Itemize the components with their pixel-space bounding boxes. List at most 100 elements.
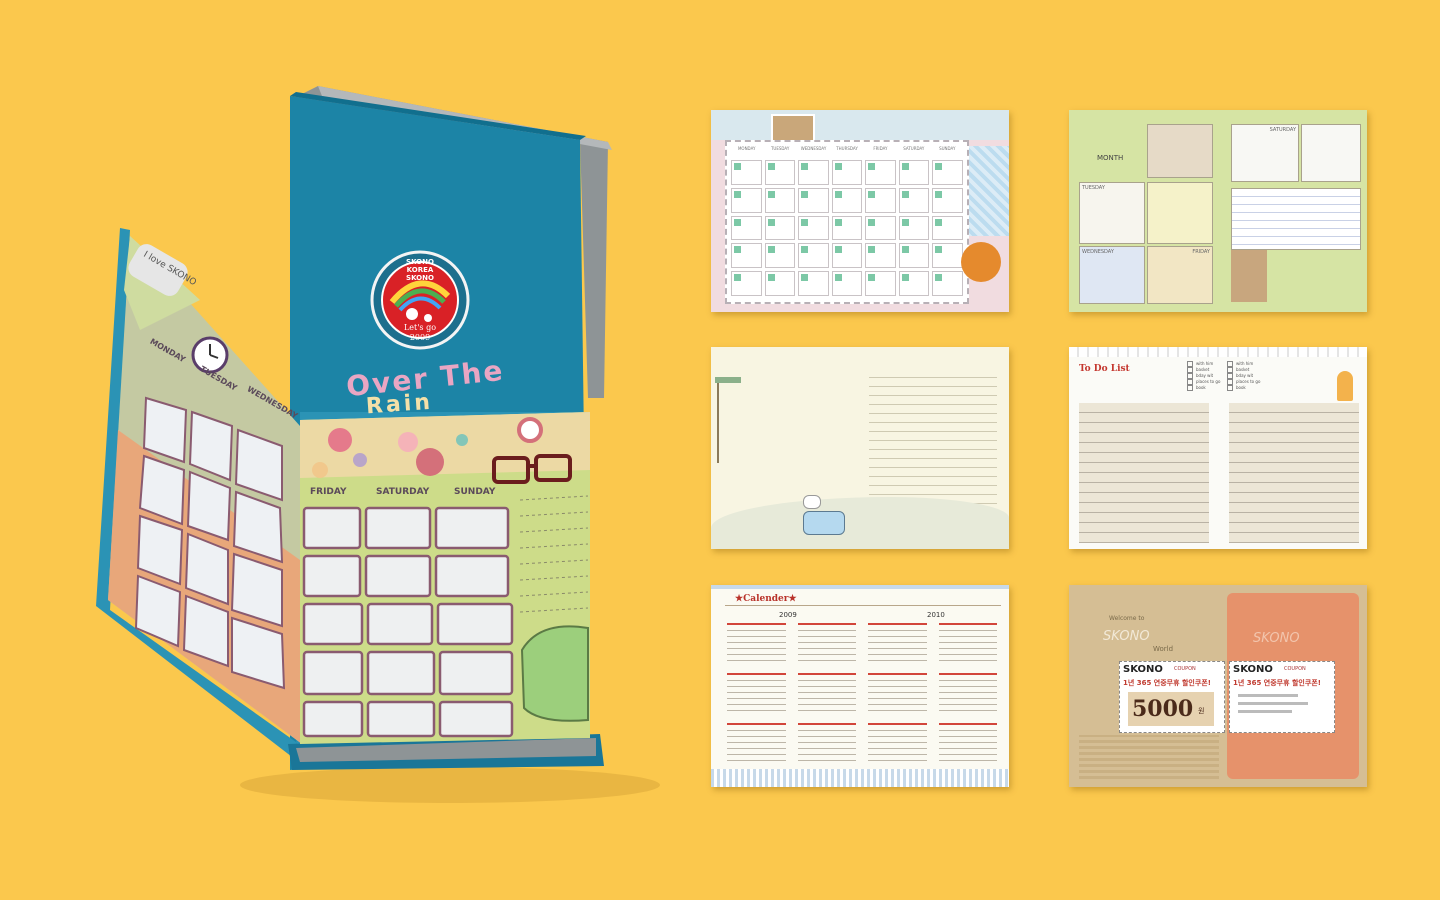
weekday-header: TUESDAY <box>770 146 790 151</box>
day-cell <box>898 243 930 269</box>
weekday-label: WEDNESDAY <box>245 384 300 421</box>
todo-check-item[interactable]: book <box>1227 385 1277 391</box>
coupon-brand: SKONO <box>1123 664 1163 675</box>
brand-script: SKONO <box>1253 631 1300 646</box>
day-cell <box>932 187 963 213</box>
mini-month <box>868 623 927 665</box>
day-cell <box>898 271 930 296</box>
badge-center-text: Let's go <box>403 323 437 332</box>
coupon-brand: SKONO <box>1233 664 1273 675</box>
checkbox-icon[interactable] <box>1187 385 1193 391</box>
weekday-header-row: MONDAY TUESDAY WEDNESDAY THURSDAY FRIDAY SATU… <box>731 146 963 156</box>
hill-illustration <box>711 497 1009 549</box>
coupon-amount-unit: 원 <box>1198 707 1205 715</box>
month-grid-panel: MONDAY TUESDAY WEDNESDAY THURSDAY FRIDAY SATU… <box>725 140 969 304</box>
weekday-label: SUNDAY <box>454 487 496 497</box>
welcome-text: Welcome to <box>1109 615 1145 622</box>
day-cell <box>932 215 963 241</box>
day-cell <box>831 160 863 185</box>
thumbnail-todo-list[interactable]: To Do List with him basket bday wit places … <box>1069 347 1367 549</box>
pumpkin-icon <box>961 242 1001 282</box>
day-cell <box>731 160 762 185</box>
thumbnail-coupon[interactable]: SKONO Welcome to World SKONO SKONO COUPO… <box>1069 585 1367 787</box>
day-cell <box>798 243 829 269</box>
day-cell <box>865 243 896 269</box>
mini-month <box>727 673 786 715</box>
weekday-header: MONDAY <box>737 146 756 151</box>
day-cell <box>764 243 796 269</box>
day-cell <box>865 160 896 185</box>
weekday-header: WEDNESDAY <box>800 146 827 151</box>
day-cell <box>865 271 896 296</box>
coupon-offer: 1년 365 연중무휴 할인쿠폰! <box>1123 679 1211 687</box>
bus-icon <box>803 511 845 535</box>
thumbnail-weekly-planner[interactable]: MONTH TUESDAY WEDNESDAY FRIDAY SATURDAY <box>1069 110 1367 312</box>
checkbox-icon[interactable] <box>1227 385 1233 391</box>
mini-month <box>938 673 997 715</box>
lined-note <box>1231 188 1361 250</box>
day-cell <box>798 215 829 241</box>
month-label: MONTH <box>1097 154 1124 162</box>
todo-checklist: with him basket bday wit places to go book <box>1227 361 1277 391</box>
cover-title-line2: Rain <box>365 389 434 420</box>
calendar-title: ★Calender★ <box>735 594 797 604</box>
day-cell <box>731 243 762 269</box>
day-cell <box>798 187 829 213</box>
bookshelf-illustration <box>1231 250 1267 302</box>
badge-ring-text: SKONO KOREA SKONO <box>406 258 434 282</box>
calendar-month-grid <box>727 623 997 765</box>
mini-month <box>727 723 786 765</box>
note-card: SATURDAY <box>1231 124 1299 182</box>
thumbnail-notes-page[interactable] <box>711 347 1009 549</box>
brand-script: SKONO <box>1103 629 1150 644</box>
day-cell <box>932 160 963 185</box>
day-cell <box>731 271 762 296</box>
note-card: TUESDAY <box>1079 182 1145 244</box>
weekday-label: FRIDAY <box>310 487 347 497</box>
day-cell <box>764 187 796 213</box>
mini-month <box>797 723 856 765</box>
day-cell <box>731 187 762 213</box>
todo-lines-left <box>1079 403 1209 543</box>
note-card: FRIDAY <box>1147 246 1213 304</box>
note-card <box>1301 124 1361 182</box>
mini-month <box>938 723 997 765</box>
day-cell <box>798 160 829 185</box>
mini-month <box>868 723 927 765</box>
right-weekday-row: FRIDAY SATURDAY SUNDAY <box>310 487 510 503</box>
world-text: World <box>1153 645 1174 653</box>
todo-lines-right <box>1229 403 1359 543</box>
right-calendar-grid <box>302 506 514 738</box>
sneaker-illustration <box>520 625 589 722</box>
mini-month <box>938 623 997 665</box>
left-weekday-row: MONDAY TUESDAY WEDNESDAY <box>148 337 308 421</box>
day-cell <box>764 160 796 185</box>
day-cell <box>764 271 796 296</box>
weekday-header: THURSDAY <box>836 146 858 151</box>
weekday-header: SATURDAY <box>903 146 925 151</box>
day-cell <box>798 271 829 296</box>
coupon-label: COUPON <box>1284 666 1306 672</box>
book-illustration <box>96 86 660 803</box>
weekday-header: FRIDAY <box>873 146 888 151</box>
weekday-header: SUNDAY <box>939 146 956 151</box>
weekday-label: TUESDAY <box>198 364 239 393</box>
mini-month <box>797 623 856 665</box>
cupcake-icon <box>1337 371 1353 401</box>
mini-month <box>797 673 856 715</box>
calendar-year: 2010 <box>927 611 945 619</box>
calendar-year: 2009 <box>779 611 797 619</box>
day-cell <box>831 187 863 213</box>
coupon-label: COUPON <box>1174 666 1196 672</box>
weekday-label: SATURDAY <box>376 487 430 497</box>
day-cell <box>865 215 896 241</box>
day-cell <box>831 243 863 269</box>
todo-title: To Do List <box>1079 364 1130 374</box>
mini-month <box>727 623 786 665</box>
note-card <box>1147 124 1213 178</box>
day-cell <box>932 243 963 269</box>
thumbnail-calendar[interactable]: ★Calender★ 2009 2010 <box>711 585 1009 787</box>
thumbnail-monthly-planner[interactable]: MONDAY TUESDAY WEDNESDAY THURSDAY FRIDAY SATU… <box>711 110 1009 312</box>
book-shadow <box>240 767 660 803</box>
day-cell <box>865 187 896 213</box>
